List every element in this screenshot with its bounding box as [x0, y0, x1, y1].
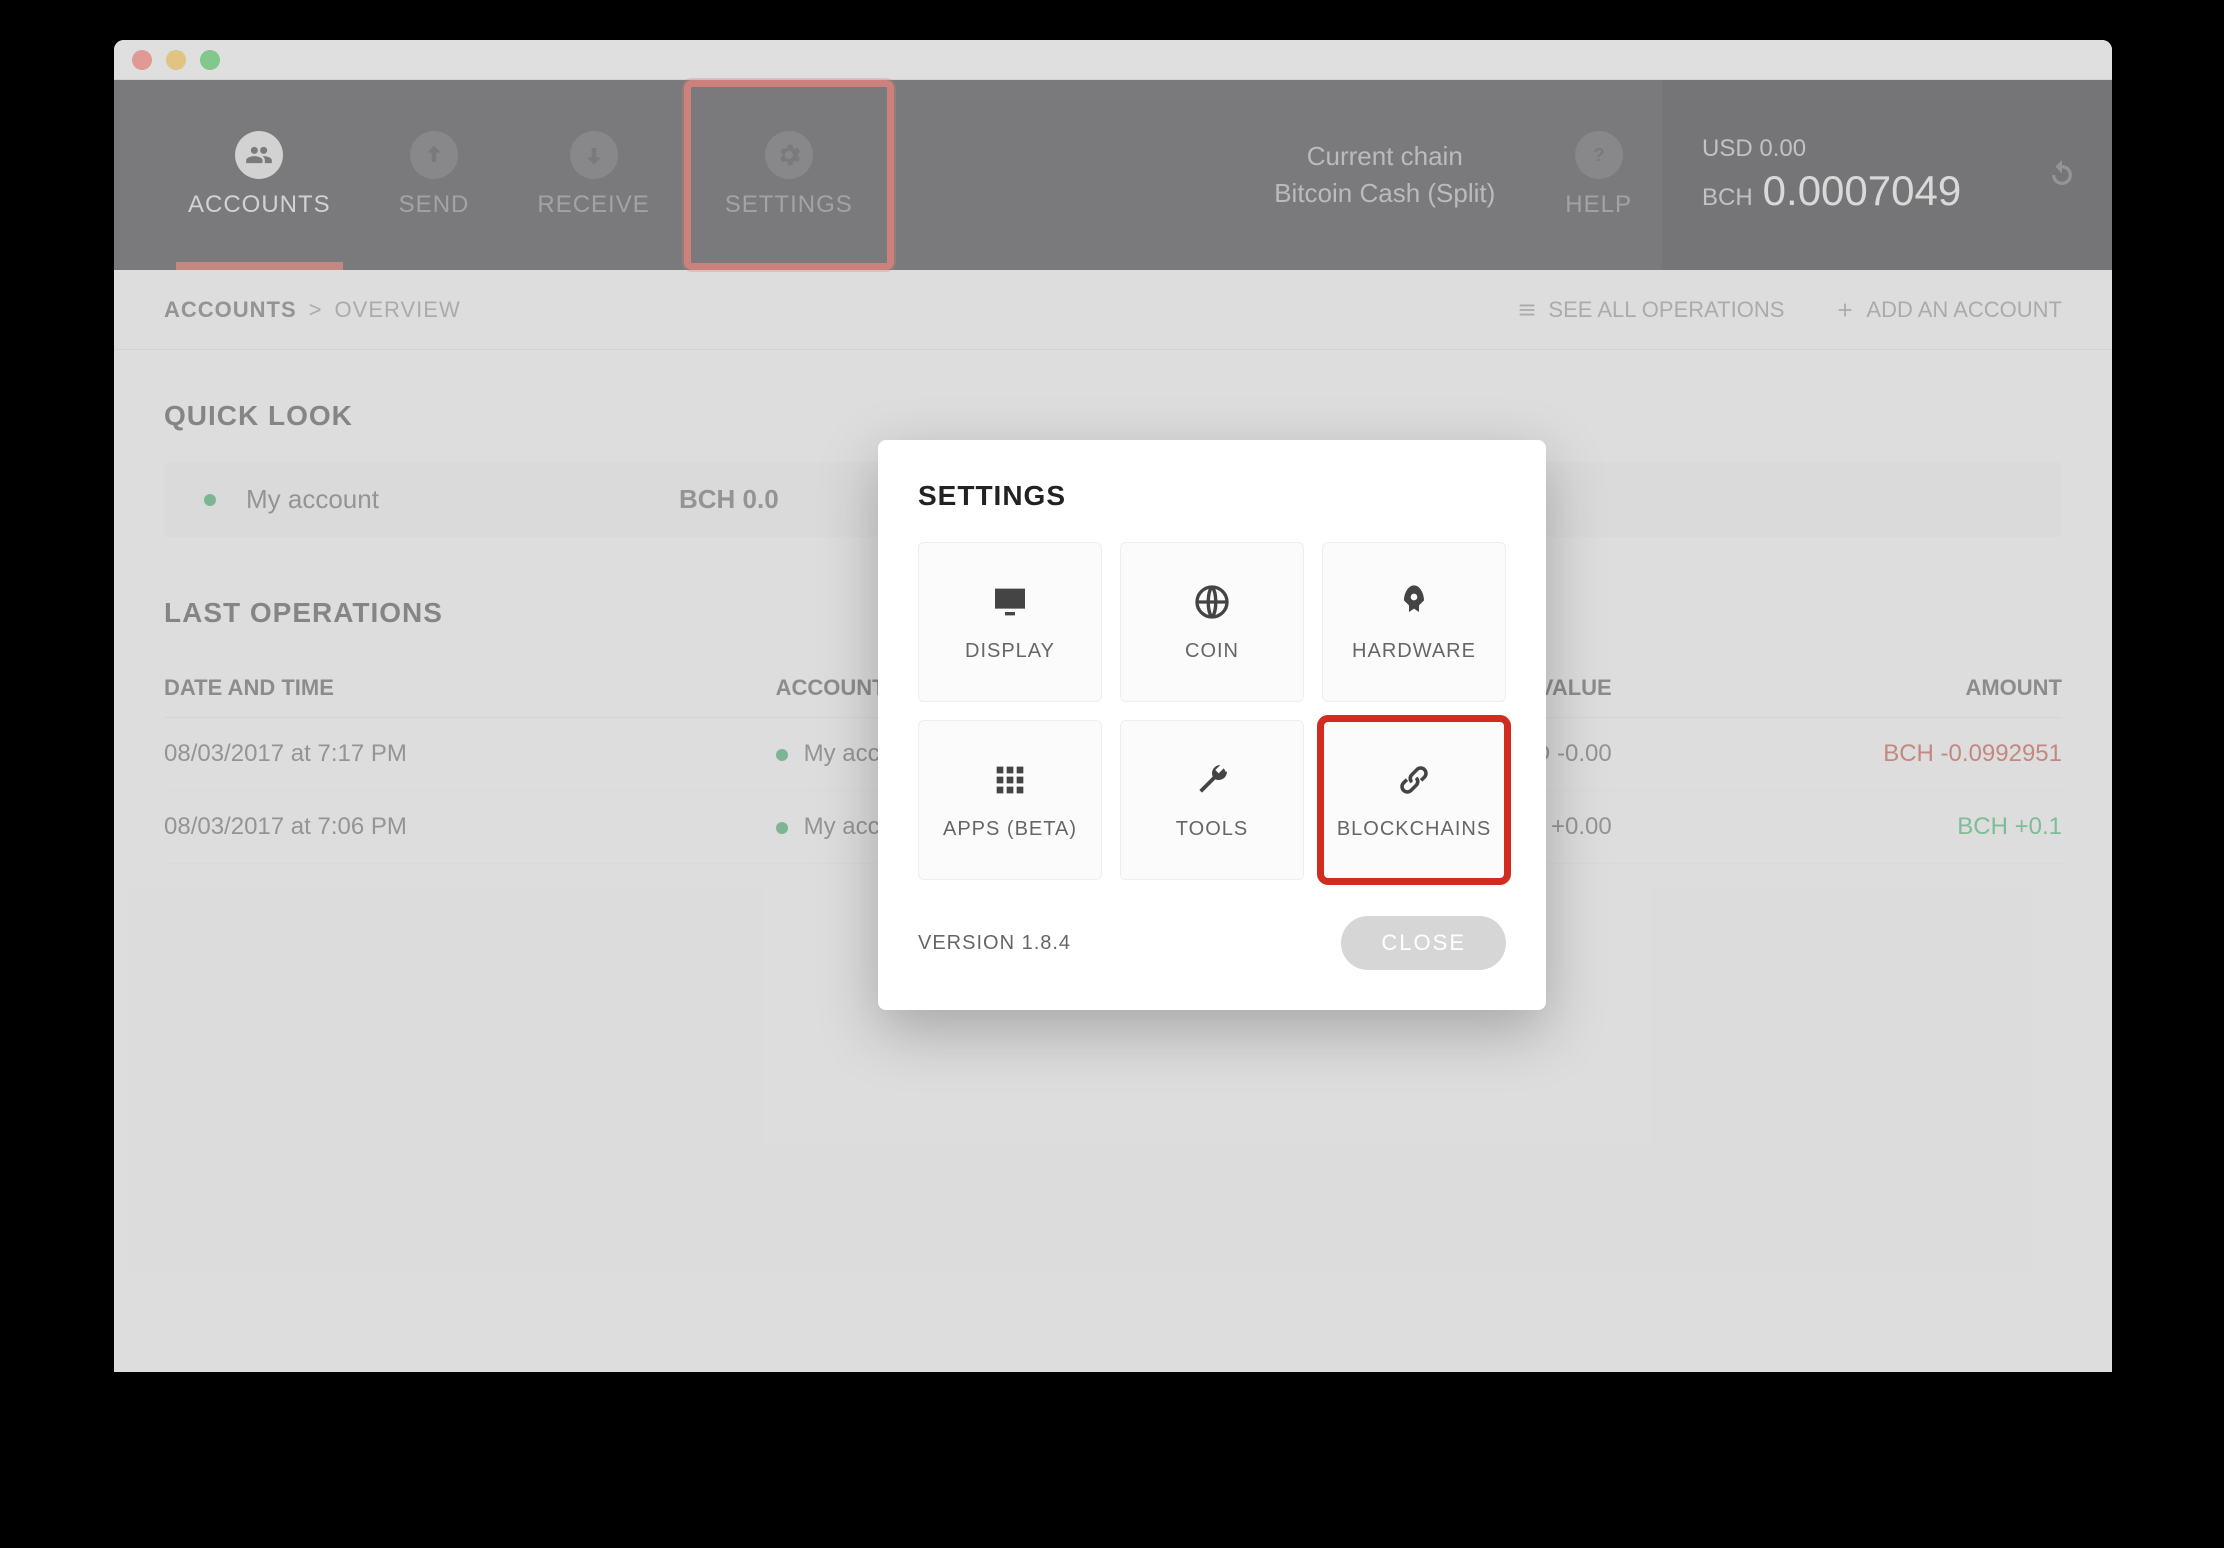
tile-display[interactable]: DISPLAY: [918, 542, 1102, 702]
tile-hardware[interactable]: HARDWARE: [1322, 542, 1506, 702]
tile-blockchains[interactable]: BLOCKCHAINS: [1322, 720, 1506, 880]
tile-label: BLOCKCHAINS: [1337, 818, 1491, 841]
tile-label: DISPLAY: [965, 640, 1055, 663]
modal-title: SETTINGS: [918, 480, 1506, 512]
chain-icon: [1394, 760, 1434, 800]
rocket-icon: [1394, 582, 1434, 622]
monitor-icon: [990, 582, 1030, 622]
wrench-icon: [1192, 760, 1232, 800]
globe-icon: [1192, 582, 1232, 622]
settings-modal: SETTINGS DISPLAY COIN HARDWARE APPS (BET…: [878, 440, 1546, 1010]
tile-label: COIN: [1185, 640, 1239, 663]
tile-label: HARDWARE: [1352, 640, 1476, 663]
tile-coin[interactable]: COIN: [1120, 542, 1304, 702]
app-window: ACCOUNTS SEND RECEIVE SETTINGS: [114, 40, 2112, 1372]
version-label: VERSION 1.8.4: [918, 932, 1071, 955]
tile-tools[interactable]: TOOLS: [1120, 720, 1304, 880]
settings-tiles: DISPLAY COIN HARDWARE APPS (BETA) TOOLS …: [918, 542, 1506, 880]
tile-label: TOOLS: [1176, 818, 1248, 841]
close-button[interactable]: CLOSE: [1341, 916, 1506, 970]
grid-icon: [990, 760, 1030, 800]
tile-apps[interactable]: APPS (BETA): [918, 720, 1102, 880]
tile-label: APPS (BETA): [943, 818, 1077, 841]
